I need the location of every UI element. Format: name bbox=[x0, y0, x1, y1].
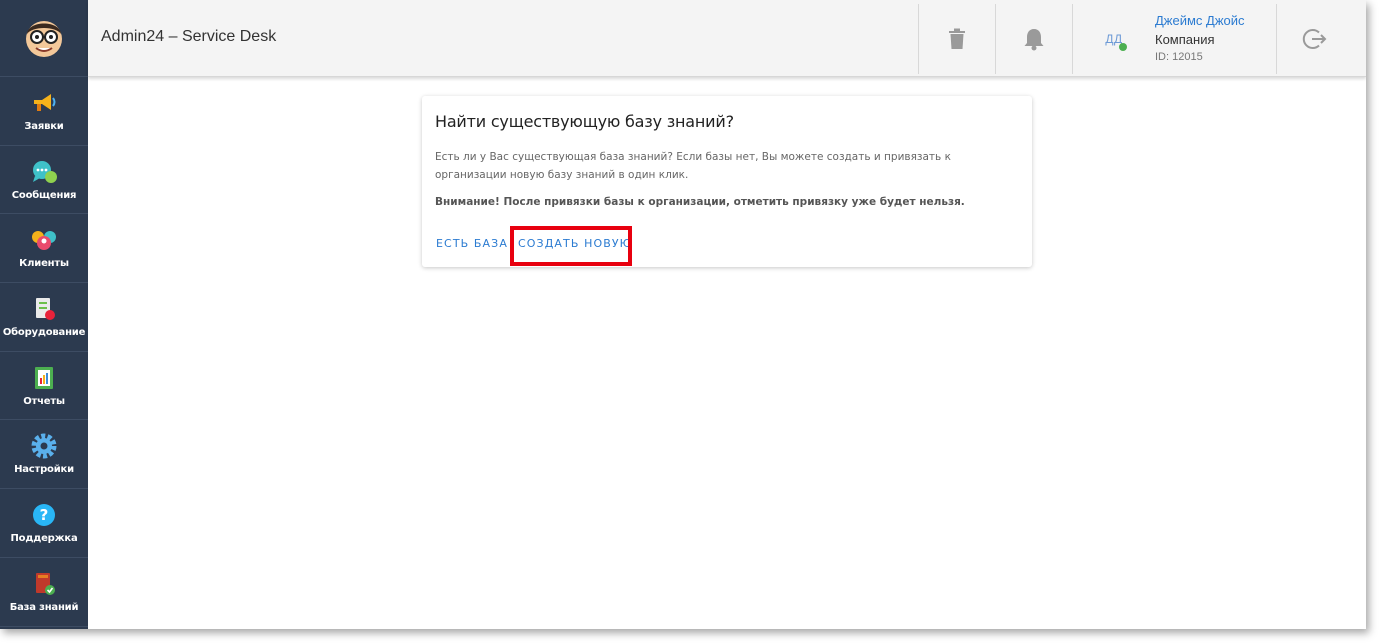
svg-text:?: ? bbox=[40, 506, 49, 524]
notifications-button[interactable] bbox=[996, 0, 1072, 77]
sidebar-item-label: Поддержка bbox=[10, 532, 78, 544]
dialog-warning: Внимание! После привязки базы к организа… bbox=[435, 196, 965, 208]
avatar-face-icon bbox=[26, 21, 62, 57]
sidebar-item-clients[interactable]: Клиенты bbox=[0, 214, 88, 284]
existing-base-button[interactable]: ЕСТЬ БАЗА bbox=[436, 237, 508, 250]
sidebar-item-reports[interactable]: Отчеты bbox=[0, 352, 88, 421]
chat-bubble-icon bbox=[31, 159, 57, 185]
dialog-title: Найти существующую базу знаний? bbox=[435, 112, 734, 131]
app-window: Заявки Сообщения Клиенты Оборудование От… bbox=[0, 0, 1366, 629]
top-header: Admin24 – Service Desk ДД Джеймс Джойс К… bbox=[88, 0, 1366, 77]
highlight-frame bbox=[510, 226, 632, 266]
trash-icon bbox=[949, 28, 965, 49]
sidebar-item-label: Оборудование bbox=[2, 326, 86, 338]
sidebar-item-tickets[interactable]: Заявки bbox=[0, 77, 88, 146]
clients-icon bbox=[31, 227, 57, 253]
gear-icon bbox=[31, 433, 57, 459]
trash-button[interactable] bbox=[919, 0, 995, 77]
sidebar-item-label: Отчеты bbox=[23, 395, 65, 407]
report-icon bbox=[31, 365, 57, 391]
user-id: ID: 12015 bbox=[1155, 51, 1203, 63]
sidebar-item-label: База знаний bbox=[9, 601, 79, 613]
sidebar-item-label: Сообщения bbox=[11, 189, 77, 201]
sidebar-item-support[interactable]: ? Поддержка bbox=[0, 489, 88, 558]
app-title: Admin24 – Service Desk bbox=[101, 28, 277, 45]
sidebar-item-equipment[interactable]: Оборудование bbox=[0, 283, 88, 352]
sidebar-item-settings[interactable]: Настройки bbox=[0, 420, 88, 490]
sidebar: Заявки Сообщения Клиенты Оборудование От… bbox=[0, 0, 88, 629]
online-status-dot bbox=[1119, 43, 1127, 51]
sidebar-item-messages[interactable]: Сообщения bbox=[0, 146, 88, 215]
sidebar-item-label: Заявки bbox=[24, 120, 64, 132]
book-icon bbox=[31, 571, 57, 597]
dialog-description: Есть ли у Вас существующая база знаний? … bbox=[435, 151, 951, 181]
user-name-link[interactable]: Джеймс Джойс bbox=[1155, 13, 1245, 28]
logo[interactable] bbox=[0, 0, 88, 77]
bell-icon bbox=[1024, 28, 1044, 50]
megaphone-icon bbox=[31, 90, 57, 116]
logout-icon bbox=[1302, 28, 1327, 49]
header-divider bbox=[1072, 4, 1073, 74]
user-company: Компания bbox=[1155, 32, 1215, 47]
logout-button[interactable] bbox=[1277, 0, 1353, 77]
equipment-icon bbox=[31, 296, 57, 322]
find-knowledge-base-dialog: Найти существующую базу знаний? Есть ли … bbox=[422, 96, 1032, 267]
sidebar-item-label: Клиенты bbox=[19, 258, 69, 270]
sidebar-item-label: Настройки bbox=[14, 464, 74, 476]
question-icon: ? bbox=[31, 502, 57, 528]
sidebar-item-knowledge-base[interactable]: База знаний bbox=[0, 558, 88, 627]
